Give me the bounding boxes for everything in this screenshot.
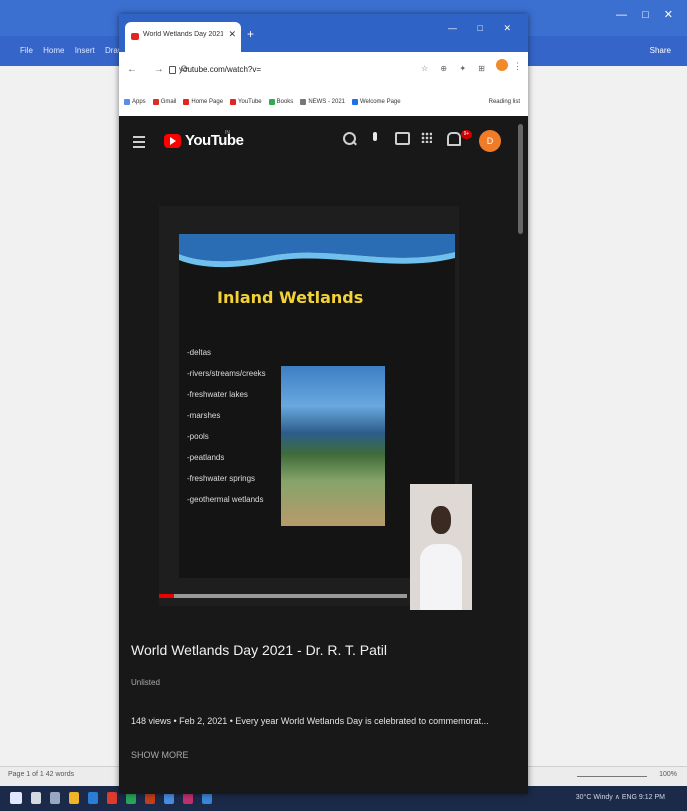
notifications-button[interactable]: [447, 132, 461, 146]
tab-title: World Wetlands Day 2021 - Dr: [143, 31, 223, 38]
reading-list[interactable]: Reading list: [489, 99, 520, 105]
voice-search-button[interactable]: [369, 132, 381, 146]
presenter-head: [431, 506, 451, 534]
window-controls[interactable]: — □ ✕: [616, 8, 679, 21]
microphone-icon: [373, 132, 377, 141]
bookmarks-bar: Apps Gmail Home Page YouTube Books NEWS …: [119, 90, 528, 117]
bookmark-apps[interactable]: Apps: [124, 99, 146, 105]
hamburger-menu-icon[interactable]: [133, 136, 145, 151]
books-icon: [268, 99, 275, 105]
apps-button[interactable]: [421, 132, 433, 146]
youtube-icon: [183, 99, 190, 105]
youtube-header: YouTube IN 9+ D: [119, 116, 519, 166]
search-button[interactable]: [343, 132, 356, 146]
slide-item: -geothermal wetlands: [187, 495, 264, 504]
task-view-icon[interactable]: [50, 792, 60, 804]
system-tray[interactable]: 30°C Windy ∧ ENG 9:12 PM: [576, 793, 665, 801]
progress-played: [159, 594, 174, 598]
close-tab-icon[interactable]: ✕: [228, 29, 236, 40]
youtube-favicon-icon: [131, 33, 139, 40]
account-avatar[interactable]: D: [479, 130, 501, 152]
apps-icon: [124, 99, 130, 105]
browser-tab[interactable]: World Wetlands Day 2021 - Dr ✕: [125, 22, 241, 52]
show-more-button[interactable]: SHOW MORE: [131, 750, 189, 760]
start-icon[interactable]: [10, 792, 22, 804]
file-explorer-icon[interactable]: [69, 792, 79, 804]
word-icon[interactable]: [88, 792, 98, 804]
presenter-webcam: [410, 484, 472, 610]
bookmark-books[interactable]: Books: [268, 99, 293, 105]
wetland-photo: [281, 366, 385, 526]
video-camera-icon: [395, 132, 410, 145]
slide-item: -rivers/streams/creeks: [187, 369, 266, 378]
bookmark-home[interactable]: Home Page: [183, 99, 223, 105]
visibility-badge: Unlisted: [131, 678, 160, 687]
youtube-logo-icon[interactable]: [164, 134, 181, 148]
create-button[interactable]: [395, 132, 410, 146]
slide-item: -freshwater springs: [187, 474, 256, 483]
chrome-icon[interactable]: [107, 792, 117, 804]
news-icon: [300, 99, 307, 105]
slide-item: -deltas: [187, 348, 212, 357]
youtube-wordmark[interactable]: YouTube: [185, 132, 244, 149]
lock-icon: [169, 66, 176, 74]
video-meta: 148 views • Feb 2, 2021 • Every year Wor…: [131, 716, 489, 726]
ribbon-tab-insert[interactable]: Insert: [75, 46, 95, 55]
profile-avatar[interactable]: [496, 59, 508, 71]
grid-icon: [421, 132, 432, 143]
zoom-level: 100%: [659, 771, 677, 778]
slide-item: -pools: [187, 432, 209, 441]
region-code: IN: [225, 130, 230, 136]
slide-item: -marshes: [187, 411, 221, 420]
status-left: Page 1 of 1 42 words: [8, 771, 75, 778]
video-title: World Wetlands Day 2021 - Dr. R. T. Pati…: [131, 642, 387, 658]
bookmark-youtube[interactable]: YouTube: [230, 99, 262, 105]
ribbon-tab-file[interactable]: File: [20, 46, 33, 55]
search-icon: [343, 132, 356, 145]
slide-wave-graphic: [179, 234, 455, 268]
presenter-torso: [420, 544, 462, 610]
scrollbar[interactable]: [518, 124, 523, 234]
slide-item: -freshwater lakes: [187, 390, 248, 399]
bookmark-gmail[interactable]: Gmail: [152, 99, 176, 105]
chrome-menu-icon[interactable]: ⋮: [513, 61, 522, 72]
browser-window-controls[interactable]: — □ ✕: [448, 23, 520, 34]
bell-icon: [447, 132, 461, 146]
bookmark-welcome[interactable]: Welcome Page: [352, 99, 401, 105]
search-icon[interactable]: [31, 792, 41, 804]
notification-badge: 9+: [461, 130, 472, 139]
youtube-page: YouTube IN 9+ D Inland Wetlands -deltas …: [119, 116, 528, 794]
url-text: youtube.com/watch?v=: [179, 65, 262, 74]
new-tab-icon[interactable]: +: [247, 27, 254, 41]
slide-title: Inland Wetlands: [217, 288, 364, 307]
ribbon-tabs[interactable]: File Home Insert Draw: [20, 46, 124, 55]
extension-icons[interactable]: ☆ ⊕ ✦ ⊞: [421, 64, 490, 73]
browser-toolbar: ← → ⟳ youtube.com/watch?v= ☆ ⊕ ✦ ⊞ ⋮: [119, 52, 528, 90]
gmail-icon: [152, 99, 159, 105]
zoom-slider[interactable]: [577, 776, 647, 777]
slide-item: -peatlands: [187, 453, 225, 462]
slide-bullet-list: -deltas -rivers/streams/creeks -freshwat…: [187, 342, 266, 510]
bookmark-news[interactable]: NEWS - 2021: [300, 99, 345, 105]
edge-icon: [352, 99, 358, 105]
share-button[interactable]: Share: [650, 46, 671, 55]
browser-window: World Wetlands Day 2021 - Dr ✕ + — □ ✕ ←…: [119, 14, 528, 794]
tab-strip: World Wetlands Day 2021 - Dr ✕ + — □ ✕: [119, 14, 528, 52]
youtube-icon: [230, 99, 237, 105]
address-bar[interactable]: youtube.com/watch?v=: [163, 61, 413, 79]
video-progress-bar[interactable]: [159, 594, 407, 598]
ribbon-tab-home[interactable]: Home: [43, 46, 64, 55]
